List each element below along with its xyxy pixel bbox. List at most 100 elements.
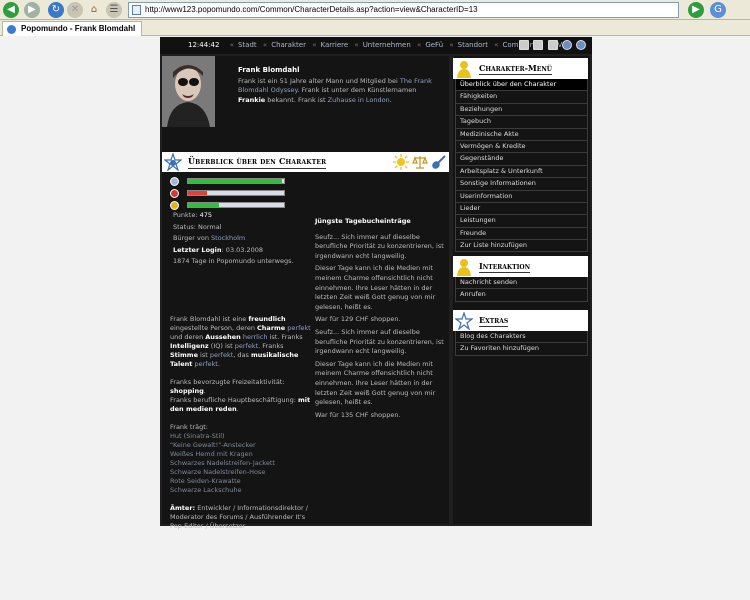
worn-items: Frank trägt: Hut (Sinatra-Stil) "Keine G… [170, 423, 312, 495]
main-column: Frank Blomdahl Frank ist ein 51 Jahre al… [162, 56, 449, 530]
character-intro: Frank Blomdahl Frank ist ein 51 Jahre al… [238, 66, 443, 105]
diary-entries: Jüngste Tagebucheinträge Seufz... Sich i… [315, 217, 445, 423]
favicon-icon [7, 25, 16, 34]
menu-item[interactable]: Freunde [455, 227, 588, 241]
mood-icon [170, 177, 179, 186]
address-bar[interactable]: http://www123.popomundo.com/Common/Chara… [128, 2, 679, 18]
star-badge-icon [455, 312, 473, 330]
diary-entry: Dieser Tage kann ich die Medien mit mein… [315, 264, 436, 311]
extras-menu: Extras Blog des Charakters Zu Favoriten … [453, 310, 588, 356]
clock: 12:44:42 [188, 41, 220, 49]
mood-bar [188, 179, 283, 183]
call-link[interactable]: Anrufen [455, 289, 588, 302]
menu-item-overview[interactable]: Überblick über den Charakter [455, 79, 588, 92]
sidebar: Charakter-Menü Überblick über den Charak… [453, 56, 590, 524]
activities-text: Franks bevorzugte Freizeitaktivität: shop… [170, 378, 311, 413]
menu-item[interactable]: Lieder [455, 202, 588, 216]
star-icon [170, 201, 179, 210]
character-description: Frank Blomdahl ist eine freundlich einge… [170, 315, 312, 540]
badge-icon [164, 153, 182, 171]
section-title: Überblick über den Charakter [188, 155, 327, 169]
menu-item[interactable]: Beziehungen [455, 103, 588, 117]
citizen-link[interactable]: Stockholm [211, 234, 245, 242]
browser-tab[interactable]: Popomundo - Frank Blomdahl [2, 21, 143, 36]
top-icons [517, 40, 586, 51]
settings-icon[interactable] [576, 40, 586, 50]
diary-entry: Seufz... Sich immer auf dieselbe berufli… [315, 232, 444, 260]
health-icon [170, 189, 179, 198]
menu-item[interactable]: Arbeitsplatz & Unterkunft [455, 165, 588, 179]
add-favorite-link[interactable]: Zu Favoriten hinzufügen [455, 343, 588, 356]
points-row: Punkte: 475 [173, 211, 213, 219]
nav-charakter[interactable]: Charakter [271, 41, 306, 49]
search-icon[interactable]: G [710, 2, 726, 18]
page-viewport: 12:44:42 «Stadt «Charakter «Karriere «Un… [0, 37, 750, 600]
diary-entry: War für 135 CHF shoppen. [315, 410, 401, 419]
avatar-photo [162, 56, 215, 127]
menu-item[interactable]: Gegenstände [455, 153, 588, 166]
profile-icon[interactable] [519, 40, 530, 50]
page-frame: 12:44:42 «Stadt «Charakter «Karriere «Un… [160, 37, 592, 530]
nav-standort[interactable]: Standort [458, 41, 488, 49]
forward-icon[interactable]: ▶ [24, 2, 40, 18]
page-icon [132, 5, 141, 15]
days-row: 1874 Tage in Popomundo unterwegs. [173, 257, 294, 265]
refresh-icon[interactable]: ↻ [48, 2, 64, 18]
menu-item[interactable]: Sonstige Informationen [455, 178, 588, 191]
home-link[interactable]: Zuhause in London [328, 96, 390, 104]
magnifier-icon[interactable] [533, 40, 544, 50]
go-icon[interactable]: ▶ [688, 2, 704, 18]
address-url: http://www123.popomundo.com/Common/Chara… [145, 5, 478, 14]
nav-gefu[interactable]: GeFü [425, 41, 443, 49]
list-item: Schwarze Lackschuhe [170, 486, 242, 494]
scales-icon[interactable] [412, 154, 428, 170]
menu-item[interactable]: Zur Liste hinzufügen [455, 240, 588, 253]
interaction-title: Interaktion [479, 261, 531, 273]
extras-title: Extras [479, 315, 509, 327]
interaction-list: Nachricht senden Anrufen [453, 277, 588, 302]
interaction-header: Interaktion [453, 256, 588, 277]
list-item: Rote Seiden-Krawatte [170, 477, 241, 485]
home-icon[interactable]: ⌂ [86, 2, 102, 18]
overview-header: Überblick über den Charakter [162, 152, 449, 172]
person-icon [457, 61, 471, 78]
roles-text: Ämter: Entwickler / Informationsdirektor… [170, 504, 308, 530]
extras-list: Blog des Charakters Zu Favoriten hinzufü… [453, 331, 588, 356]
list-item: "Keine Gewalt!"-Anstecker [170, 441, 256, 449]
diary-entry: Dieser Tage kann ich die Medien mit mein… [315, 359, 436, 407]
nav-unternehmen[interactable]: Unternehmen [363, 41, 411, 49]
citizen-row: Bürger von Stockholm [173, 234, 246, 242]
blog-link[interactable]: Blog des Charakters [455, 331, 588, 344]
send-message-link[interactable]: Nachricht senden [455, 277, 588, 290]
menu-item[interactable]: Tagebuch [455, 116, 588, 129]
interaction-menu: Interaktion Nachricht senden Anrufen [453, 256, 588, 302]
menu-item[interactable]: Leistungen [455, 215, 588, 228]
character-name: Frank Blomdahl [238, 66, 300, 74]
login-row: Letzter Login: 03.03.2008 [173, 245, 264, 254]
status-row: Status: Normal [173, 222, 222, 231]
tab-bar: Popomundo - Frank Blomdahl [0, 20, 750, 36]
stop-icon[interactable]: ✕ [67, 2, 83, 18]
bookmarks-icon[interactable]: ☰ [106, 2, 122, 18]
menu-item[interactable]: Medizinische Akte [455, 128, 588, 141]
menu-item[interactable]: Vermögen & Kredite [455, 140, 588, 154]
status-bars [170, 176, 290, 212]
bar-row [170, 188, 290, 200]
list-item: Weißes Hemd mit Kragen [170, 450, 253, 458]
guitar-icon[interactable] [431, 154, 447, 170]
diary-title: Jüngste Tagebucheinträge [315, 217, 411, 225]
nav-stadt[interactable]: Stadt [238, 41, 257, 49]
menu-item[interactable]: Userinformation [455, 190, 588, 203]
diary-entry: Seufz... Sich immer auf dieselbe berufli… [315, 327, 444, 356]
tab-title: Popomundo - Frank Blomdahl [21, 24, 136, 33]
help-icon[interactable] [561, 40, 572, 50]
character-menu-title: Charakter-Menü [479, 63, 553, 75]
sun-icon[interactable] [393, 154, 409, 170]
list-item: Schwarzes Nadelstreifen-Jackett [170, 459, 275, 467]
window-icon[interactable] [547, 40, 558, 50]
health-bar [188, 191, 208, 195]
back-icon[interactable]: ◀ [3, 2, 19, 18]
nav-karriere[interactable]: Karriere [320, 41, 348, 49]
menu-item[interactable]: Fähigkeiten [455, 91, 588, 104]
top-nav: 12:44:42 «Stadt «Charakter «Karriere «Un… [160, 37, 592, 54]
